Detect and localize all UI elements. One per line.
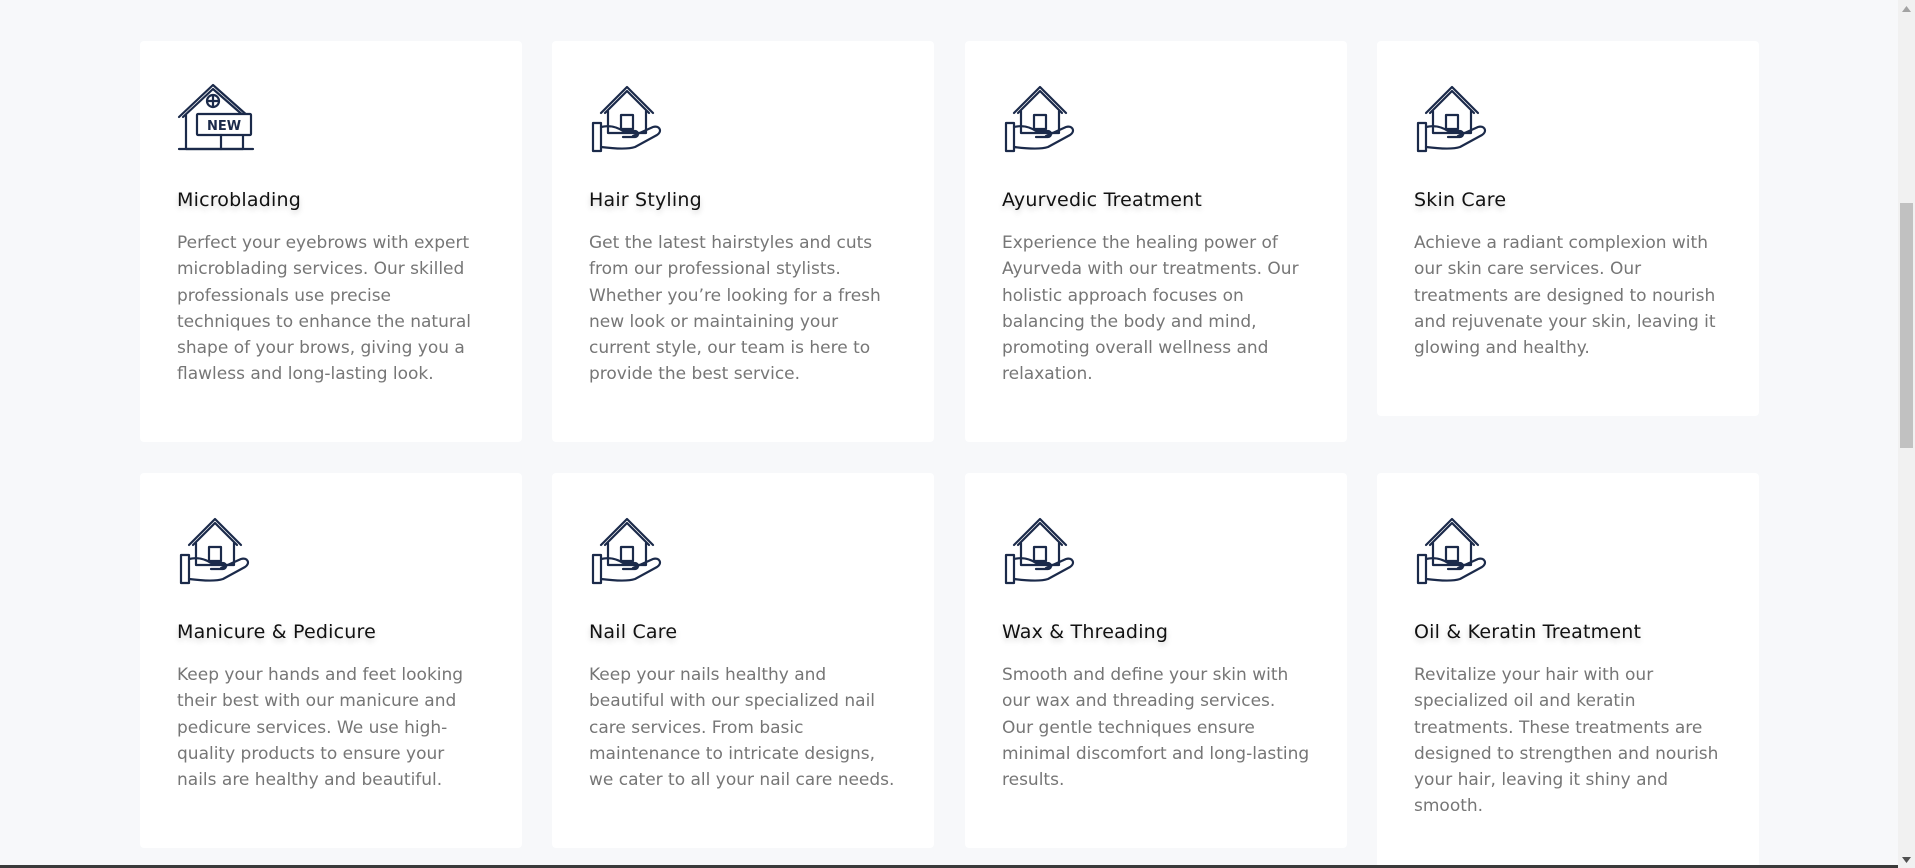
house-in-hand-icon xyxy=(1002,513,1080,587)
service-description: Keep your nails healthy and beautiful wi… xyxy=(589,665,895,791)
scroll-up-arrow-icon[interactable] xyxy=(1898,0,1915,17)
service-title: Wax & Threading xyxy=(1002,621,1169,643)
service-card-wax-threading: Wax & Threading Smooth and define your s… xyxy=(965,473,1347,848)
service-description: Get the latest hairstyles and cuts from … xyxy=(589,233,881,385)
svg-text:NEW: NEW xyxy=(207,119,241,134)
house-in-hand-icon xyxy=(1414,513,1492,587)
service-title: Skin Care xyxy=(1414,189,1507,211)
services-page: NEW Microblading Perfect your eyebrows w… xyxy=(0,0,1915,868)
service-card-nail-care: Nail Care Keep your nails healthy and be… xyxy=(552,473,934,848)
service-title: Nail Care xyxy=(589,621,678,643)
house-in-hand-icon xyxy=(1414,81,1492,155)
vertical-scrollbar[interactable] xyxy=(1898,0,1915,868)
service-title: Ayurvedic Treatment xyxy=(1002,189,1203,211)
scrollbar-thumb[interactable] xyxy=(1900,203,1913,448)
service-description: Smooth and define your skin with our wax… xyxy=(1002,665,1310,791)
service-card-oil-keratin-treatment: Oil & Keratin Treatment Revitalize your … xyxy=(1377,473,1759,868)
service-title: Oil & Keratin Treatment xyxy=(1414,621,1642,643)
service-card-hair-styling: Hair Styling Get the latest hairstyles a… xyxy=(552,41,934,442)
service-title: Manicure & Pedicure xyxy=(177,621,377,643)
service-card-skin-care: Skin Care Achieve a radiant complexion w… xyxy=(1377,41,1759,416)
new-house-sign-icon: NEW xyxy=(177,81,255,155)
house-in-hand-icon xyxy=(177,513,255,587)
house-in-hand-icon xyxy=(589,81,667,155)
house-in-hand-icon xyxy=(589,513,667,587)
service-description: Experience the healing power of Ayurveda… xyxy=(1002,233,1299,385)
service-description: Keep your hands and feet looking their b… xyxy=(177,665,464,791)
service-description: Achieve a radiant complexion with our sk… xyxy=(1414,233,1716,359)
service-title: Hair Styling xyxy=(589,189,702,211)
service-title: Microblading xyxy=(177,189,301,211)
service-card-manicure-pedicure: Manicure & Pedicure Keep your hands and … xyxy=(140,473,522,848)
service-description: Perfect your eyebrows with expert microb… xyxy=(177,233,471,385)
scroll-down-arrow-icon[interactable] xyxy=(1898,851,1915,868)
service-card-microblading: NEW Microblading Perfect your eyebrows w… xyxy=(140,41,522,442)
house-in-hand-icon xyxy=(1002,81,1080,155)
service-description: Revitalize your hair with our specialize… xyxy=(1414,665,1719,817)
service-card-ayurvedic-treatment: Ayurvedic Treatment Experience the heali… xyxy=(965,41,1347,442)
